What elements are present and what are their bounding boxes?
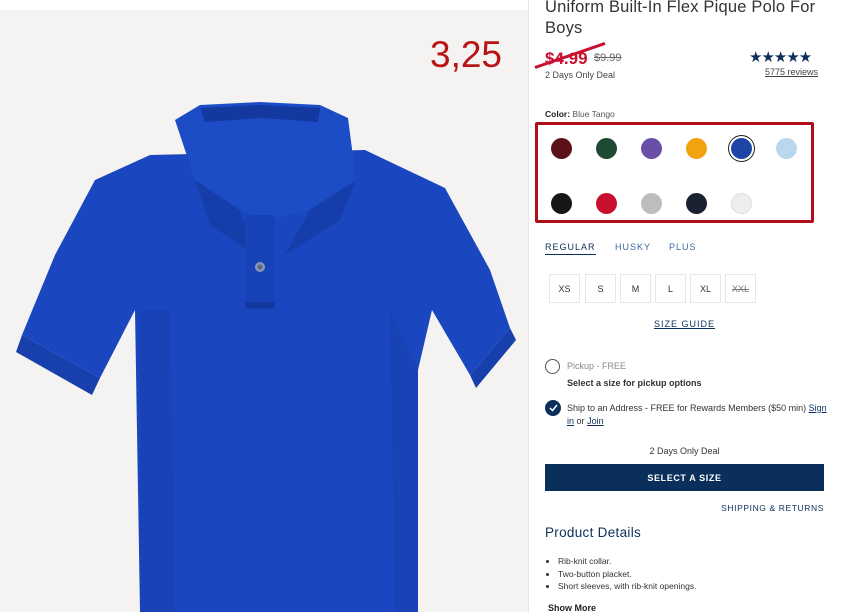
tab-plus[interactable]: PLUS: [669, 242, 697, 252]
color-swatch-heather-gray[interactable]: [641, 193, 662, 214]
product-title: Uniform Built-In Flex Pique Polo For Boy…: [545, 0, 816, 37]
deal-note: 2 Days Only Deal: [649, 446, 720, 456]
size-m-button[interactable]: M: [620, 274, 651, 303]
product-image-panel: 3,25: [0, 10, 528, 612]
size-xs-button[interactable]: XS: [549, 274, 580, 303]
checkmark-icon: [548, 404, 558, 412]
shipping-returns-link[interactable]: SHIPPING & RETURNS: [545, 503, 824, 513]
reviews-link[interactable]: 5775 reviews: [765, 67, 818, 77]
color-label: Color: Blue Tango: [545, 109, 615, 119]
rating-stars[interactable]: ★★★★★: [749, 48, 812, 66]
ship-checkmark-radio[interactable]: [545, 400, 561, 416]
pickup-radio[interactable]: [545, 359, 560, 374]
color-swatch-white[interactable]: [731, 193, 752, 214]
select-size-button[interactable]: SELECT A SIZE: [545, 464, 824, 491]
original-price: $9.99: [594, 52, 622, 64]
or-text: or: [576, 416, 585, 426]
product-details-title: Product Details: [545, 525, 642, 540]
color-swatch-green[interactable]: [596, 138, 617, 159]
size-xxl-button[interactable]: XXL: [725, 274, 756, 303]
color-swatch-black[interactable]: [551, 193, 572, 214]
color-swatch-light-blue[interactable]: [776, 138, 797, 159]
pickup-note: Select a size for pickup options: [567, 378, 702, 388]
polo-shirt-image: [16, 102, 516, 612]
list-item: Rib-knit collar.: [558, 555, 696, 568]
size-xl-button[interactable]: XL: [690, 274, 721, 303]
annotation-value: 3,25: [430, 34, 503, 75]
join-link[interactable]: Join: [587, 416, 604, 426]
color-swatch-highlight-box: [535, 122, 814, 223]
color-swatch-orange[interactable]: [686, 138, 707, 159]
list-item: Two-button placket.: [558, 568, 696, 581]
color-swatch-purple[interactable]: [641, 138, 662, 159]
color-swatch-burgundy[interactable]: [551, 138, 572, 159]
tab-husky[interactable]: HUSKY: [615, 242, 651, 252]
pickup-label: Pickup - FREE: [567, 361, 627, 371]
size-s-button[interactable]: S: [585, 274, 616, 303]
list-item: Short sleeves, with rib-knit openings.: [558, 580, 696, 593]
tab-regular[interactable]: REGULAR: [545, 242, 596, 255]
color-swatch-blue-tango[interactable]: [731, 138, 752, 159]
deal-label: 2 Days Only Deal: [545, 70, 616, 80]
size-guide-link[interactable]: SIZE GUIDE: [654, 319, 715, 329]
product-details-list: Rib-knit collar. Two-button placket. Sho…: [545, 555, 696, 593]
color-swatch-navy[interactable]: [686, 193, 707, 214]
color-swatch-red[interactable]: [596, 193, 617, 214]
ship-text: Ship to an Address - FREE for Rewards Me…: [567, 403, 807, 413]
selected-color-name: Blue Tango: [572, 109, 615, 119]
color-label-prefix: Color:: [545, 109, 571, 119]
ship-to-address-text: Ship to an Address - FREE for Rewards Me…: [567, 402, 829, 428]
panel-divider: [528, 0, 529, 612]
size-l-button[interactable]: L: [655, 274, 686, 303]
